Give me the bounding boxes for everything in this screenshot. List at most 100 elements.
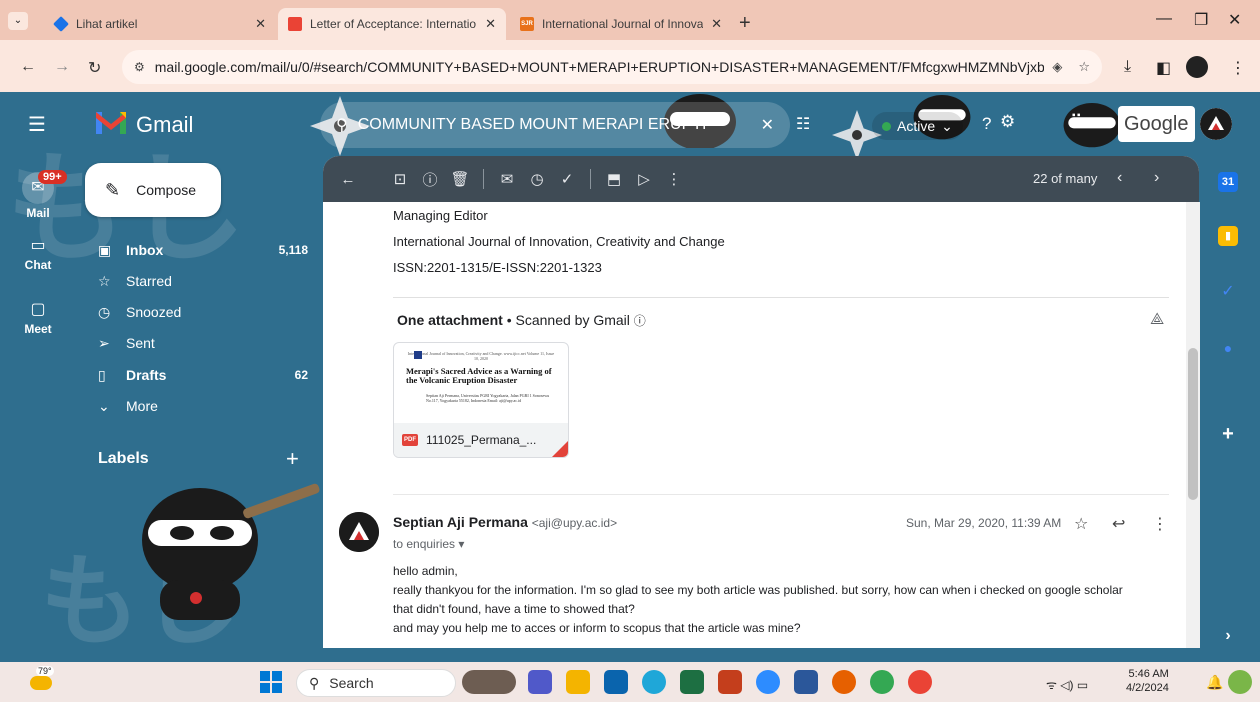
tab-search-button[interactable]: ⌄ (8, 12, 28, 30)
close-tab-icon[interactable]: ✕ (255, 16, 266, 32)
move-to-icon[interactable]: ⬒ (599, 170, 629, 188)
help-icon[interactable]: ? (982, 114, 991, 134)
weather-widget[interactable]: 79° (26, 666, 56, 696)
sender-email: <aji@upy.ac.id> (531, 516, 618, 530)
google-account-label[interactable]: Google (1118, 106, 1195, 142)
scrollbar-thumb[interactable] (1188, 348, 1198, 500)
chrome-profile-icon[interactable] (908, 670, 932, 694)
browser-tab[interactable]: Lihat artikel ✕ (44, 8, 276, 40)
nav-item-more[interactable]: ⌄ More (98, 391, 308, 421)
excel-icon[interactable] (680, 670, 704, 694)
close-window-button[interactable]: ✕ (1228, 10, 1241, 30)
report-spam-icon[interactable]: ⓘ (415, 169, 445, 190)
apps-grid-icon[interactable]: ⠿ (1070, 112, 1082, 132)
create-label-button[interactable]: + (286, 446, 299, 472)
sender-name[interactable]: Septian Aji Permana (393, 514, 528, 530)
snooze-icon[interactable]: ◷ (522, 170, 552, 188)
forward-button[interactable]: → (54, 58, 70, 76)
search-highlight-icon[interactable] (462, 670, 516, 694)
wifi-volume-battery-icon[interactable]: ᯤ ◁) ▭ (1046, 676, 1088, 693)
copilot-icon[interactable] (1228, 670, 1252, 694)
side-panel-icon[interactable]: ◧ (1156, 58, 1171, 78)
taskbar-search[interactable]: ⚲ Search (296, 669, 456, 697)
clear-search-icon[interactable]: ✕ (761, 115, 774, 135)
firefox-icon[interactable] (832, 670, 856, 694)
get-addons-icon[interactable]: + (1218, 424, 1238, 444)
star-icon[interactable]: ☆ (1074, 514, 1088, 534)
nav-item-sent[interactable]: ➢ Sent (98, 328, 308, 358)
mail-app-icon[interactable] (604, 670, 628, 694)
close-tab-icon[interactable]: ✕ (485, 16, 496, 32)
sjr-favicon-icon: SJR (520, 17, 534, 31)
search-options-icon[interactable]: ☷ (796, 114, 810, 134)
close-tab-icon[interactable]: ✕ (711, 16, 722, 32)
rail-meet-label: Meet (24, 322, 52, 336)
browser-tab-active[interactable]: Letter of Acceptance: Internatio ✕ (278, 8, 506, 40)
video-camera-icon: ▢ (30, 301, 46, 318)
older-chevron-icon[interactable]: › (1154, 169, 1159, 187)
reload-button[interactable]: ↻ (88, 58, 101, 78)
add-to-drive-icon[interactable]: ⟁ (1150, 311, 1164, 329)
add-task-icon[interactable]: ✓ (552, 170, 582, 188)
download-icon[interactable]: ⤓ (1124, 58, 1131, 76)
account-avatar[interactable] (1200, 108, 1232, 140)
rail-meet[interactable]: ▢ Meet (10, 300, 66, 336)
start-button[interactable] (260, 671, 282, 693)
zoom-icon[interactable] (756, 670, 780, 694)
archive-icon[interactable]: ⊡ (385, 170, 415, 188)
search-icon[interactable]: ⚲ (336, 115, 348, 135)
compose-button[interactable]: ✎ Compose (85, 163, 221, 217)
site-info-icon[interactable]: ⚙ (134, 60, 145, 74)
nav-item-starred[interactable]: ☆ Starred (98, 266, 308, 296)
more-vert-icon[interactable]: ⋮ (1152, 514, 1168, 534)
powerpoint-icon[interactable] (718, 670, 742, 694)
settings-gear-icon[interactable]: ⚙ (1000, 112, 1015, 132)
file-explorer-icon[interactable] (566, 670, 590, 694)
back-arrow-icon[interactable]: ← (333, 171, 363, 188)
mail-search-box[interactable]: ⚲ COMMUNITY BASED MOUNT MERAPI ERUPTI ✕ (320, 102, 790, 148)
mark-unread-icon[interactable]: ✉ (492, 170, 522, 188)
info-icon[interactable]: ⓘ (634, 314, 646, 328)
tasks-icon[interactable]: ✓ (1218, 282, 1238, 302)
extension-icon[interactable]: ◈ (1052, 59, 1062, 75)
edge-icon[interactable] (642, 670, 666, 694)
rail-chat[interactable]: ▭ Chat (10, 236, 66, 272)
nav-item-drafts[interactable]: ▯ Drafts 62 (98, 360, 308, 390)
message-body-line: hello admin, (393, 564, 458, 578)
show-side-panel-icon[interactable]: › (1218, 626, 1238, 646)
calendar-icon[interactable]: 31 (1218, 172, 1238, 192)
more-options-icon[interactable]: ⋮ (659, 170, 689, 188)
browser-tab[interactable]: SJR International Journal of Innovat ✕ (510, 8, 732, 40)
nav-item-snoozed[interactable]: ◷ Snoozed (98, 297, 308, 327)
reply-icon[interactable]: ↩ (1112, 514, 1125, 534)
toolbar-separator (590, 169, 591, 189)
main-menu-icon[interactable]: ☰ (28, 112, 46, 137)
contacts-icon[interactable]: ● (1218, 338, 1238, 358)
taskbar-clock[interactable]: 5:46 AM 4/2/2024 (1126, 667, 1169, 695)
chrome-icon[interactable] (870, 670, 894, 694)
sender-avatar[interactable] (339, 512, 379, 552)
address-bar[interactable]: ⚙ mail.google.com/mail/u/0/#search/COMMU… (122, 50, 1102, 84)
attachment-thumbnail[interactable]: International Journal of Innovation, Cre… (393, 342, 569, 458)
profile-avatar[interactable] (1186, 56, 1208, 78)
labels-heading: Labels (98, 450, 149, 467)
nav-item-inbox[interactable]: ▣ Inbox 5,118 (98, 235, 308, 265)
label-icon[interactable]: ▷ (629, 170, 659, 188)
recipient-dropdown[interactable]: to enquiries ▾ (393, 537, 464, 551)
restore-button[interactable]: ❐ (1194, 10, 1208, 30)
word-icon[interactable] (794, 670, 818, 694)
new-tab-button[interactable]: + (739, 12, 751, 35)
trash-icon[interactable]: 🗑 (445, 170, 475, 188)
compose-label: Compose (136, 182, 197, 198)
minimize-button[interactable]: — (1156, 10, 1172, 28)
back-button[interactable]: ← (20, 58, 36, 76)
notification-bell-icon[interactable]: 🔔 (1206, 674, 1223, 691)
url-text: mail.google.com/mail/u/0/#search/COMMUNI… (154, 59, 1045, 75)
chevron-down-icon: ⌄ (98, 397, 110, 414)
bookmark-star-icon[interactable]: ☆ (1078, 59, 1090, 75)
teams-icon[interactable] (528, 670, 552, 694)
newer-chevron-icon[interactable]: ‹ (1117, 169, 1122, 187)
browser-menu-icon[interactable]: ⋮ (1230, 58, 1246, 78)
status-selector[interactable]: Active ⌄ (872, 112, 963, 140)
keep-icon[interactable]: ▮ (1218, 226, 1238, 246)
